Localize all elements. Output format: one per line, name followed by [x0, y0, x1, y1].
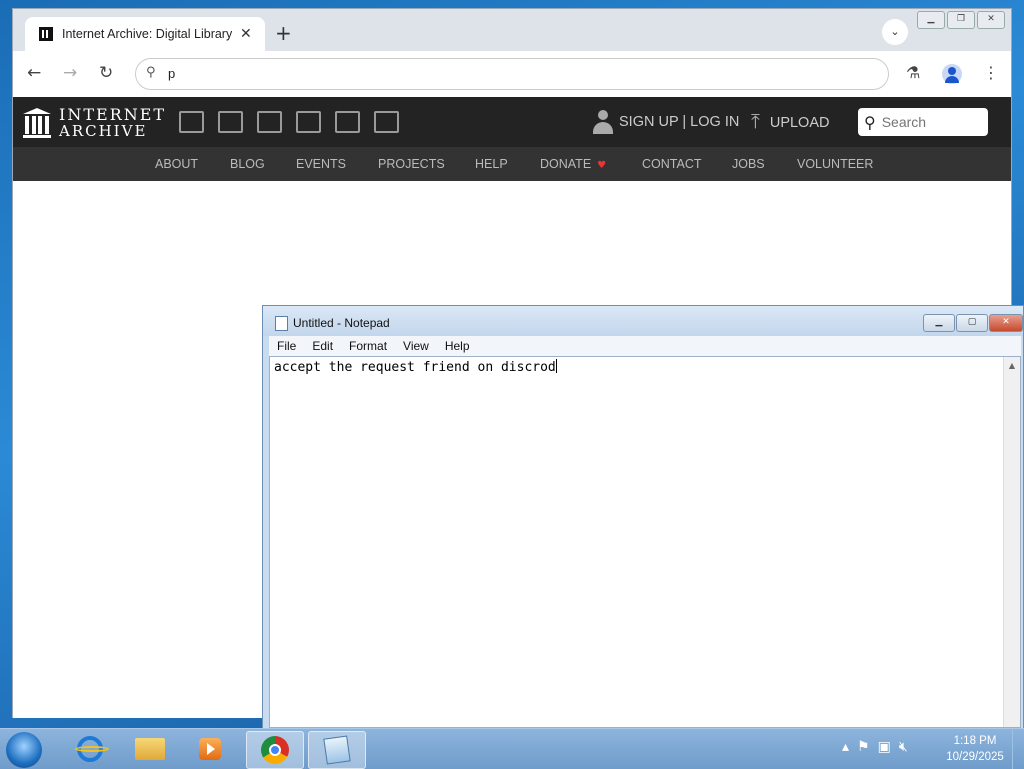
upload-icon: ⤒	[751, 111, 760, 133]
reload-icon[interactable]: ↻	[99, 63, 113, 83]
taskbar-media-player[interactable]	[182, 731, 238, 767]
menu-file[interactable]: File	[277, 339, 296, 353]
internet-explorer-icon	[75, 736, 109, 762]
audio-icon[interactable]	[296, 111, 321, 133]
notepad-icon	[275, 316, 288, 331]
forward-arrow-icon[interactable]: →	[63, 63, 77, 83]
menu-format[interactable]: Format	[349, 339, 387, 353]
new-tab-button[interactable]: +	[275, 21, 292, 45]
address-bar[interactable]: ⚲	[135, 58, 889, 90]
taskbar-chrome[interactable]	[246, 731, 304, 769]
browser-toolbar: ← → ↻ ⚲ ⚗ ⋮	[13, 51, 1011, 97]
notepad-window: Untitled - Notepad ▁ ▢ ✕ File Edit Forma…	[262, 305, 1024, 730]
ia-header: INTERNET ARCHIVE SIGN UP | LOG IN ⤒ UPLO…	[13, 97, 1011, 147]
archive-temple-icon	[23, 108, 51, 138]
notepad-menubar: File Edit Format View Help	[269, 336, 1021, 356]
taskbar-internet-explorer[interactable]	[62, 731, 118, 767]
taskbar-windows-explorer[interactable]	[122, 731, 178, 767]
search-icon: ⚲	[864, 112, 876, 132]
notepad-title: Untitled - Notepad	[293, 316, 390, 330]
restore-button[interactable]: ❐	[947, 11, 975, 29]
ia-nav-bar: ABOUT BLOG EVENTS PROJECTS HELP DONATE ♥ …	[13, 147, 1011, 181]
software-icon[interactable]	[335, 111, 360, 133]
heart-icon: ♥	[597, 160, 607, 171]
folder-icon	[135, 738, 165, 760]
notepad-window-controls: ▁ ▢ ✕	[923, 314, 1023, 332]
media-player-icon	[199, 738, 221, 760]
video-icon[interactable]	[257, 111, 282, 133]
window-controls: ▁ ❐ ✕	[917, 11, 1005, 29]
labs-flask-icon[interactable]: ⚗	[906, 63, 920, 82]
ia-logo[interactable]: INTERNET ARCHIVE	[23, 107, 166, 139]
taskbar-notepad[interactable]	[308, 731, 366, 769]
notepad-titlebar[interactable]: Untitled - Notepad ▁ ▢ ✕	[263, 306, 1023, 336]
tab-search-button[interactable]: ⌄	[882, 19, 908, 45]
nav-about[interactable]: ABOUT	[155, 157, 198, 171]
tab-strip: Internet Archive: Digital Library ✕ + ⌄ …	[13, 9, 1011, 51]
notepad-icon	[323, 735, 351, 765]
menu-help[interactable]: Help	[445, 339, 470, 353]
menu-view[interactable]: View	[403, 339, 429, 353]
notepad-content[interactable]: accept the request friend on discrod	[274, 359, 557, 375]
images-icon[interactable]	[374, 111, 399, 133]
ia-logo-text: INTERNET ARCHIVE	[59, 105, 167, 140]
nav-contact[interactable]: CONTACT	[642, 157, 702, 171]
upload-link[interactable]: ⤒ UPLOAD	[751, 111, 829, 134]
show-desktop-button[interactable]	[1012, 729, 1024, 769]
close-button[interactable]: ✕	[977, 11, 1005, 29]
nav-volunteer[interactable]: VOLUNTEER	[797, 157, 873, 171]
nav-donate-item[interactable]: DONATE ♥	[540, 157, 606, 171]
ia-search-input[interactable]	[879, 113, 974, 131]
logo-line-2: ARCHIVE	[59, 122, 148, 140]
clock-time: 1:18 PM	[953, 735, 997, 747]
tab-title: Internet Archive: Digital Library	[62, 27, 232, 41]
show-hidden-icons-icon[interactable]: ▴	[842, 739, 849, 755]
notepad-close-button[interactable]: ✕	[989, 314, 1023, 332]
tab-close-icon[interactable]: ✕	[240, 26, 252, 42]
taskbar-clock[interactable]: 1:18 PM 10/29/2025	[940, 733, 1010, 765]
search-icon: ⚲	[146, 65, 156, 80]
signup-login-label: SIGN UP | LOG IN	[619, 114, 740, 130]
minimize-button[interactable]: ▁	[917, 11, 945, 29]
chrome-icon	[261, 736, 289, 764]
nav-blog[interactable]: BLOG	[230, 157, 265, 171]
internet-archive-favicon-icon	[39, 27, 53, 41]
taskbar: ▴ ⚑ ▣ 🔇︎ 1:18 PM 10/29/2025	[0, 728, 1024, 769]
vertical-scrollbar[interactable]: ▲	[1003, 357, 1020, 727]
network-icon[interactable]: ▣	[878, 739, 891, 755]
logo-line-1: INTERNET	[59, 105, 167, 124]
more-menu-icon[interactable]: ⋮	[983, 63, 999, 82]
user-icon	[593, 110, 613, 134]
nav-help[interactable]: HELP	[475, 157, 508, 171]
signup-login-link[interactable]: SIGN UP | LOG IN	[593, 110, 739, 134]
notepad-text-area[interactable]: accept the request friend on discrod ▲	[269, 356, 1021, 728]
action-center-flag-icon[interactable]: ⚑	[857, 739, 870, 755]
volume-muted-icon[interactable]: 🔇︎	[899, 739, 908, 755]
menu-edit[interactable]: Edit	[312, 339, 333, 353]
start-button[interactable]	[6, 732, 42, 768]
notepad-maximize-button[interactable]: ▢	[956, 314, 988, 332]
texts-icon[interactable]	[218, 111, 243, 133]
upload-label: UPLOAD	[769, 114, 830, 131]
nav-events[interactable]: EVENTS	[296, 157, 346, 171]
system-tray: ▴ ⚑ ▣ 🔇︎	[842, 739, 908, 755]
web-icon[interactable]	[179, 111, 204, 133]
back-arrow-icon[interactable]: ←	[27, 63, 41, 83]
scroll-up-arrow-icon[interactable]: ▲	[1004, 361, 1020, 370]
profile-avatar-icon[interactable]	[942, 64, 962, 84]
nav-projects[interactable]: PROJECTS	[378, 157, 445, 171]
tab-internet-archive[interactable]: Internet Archive: Digital Library ✕	[25, 17, 265, 51]
ia-search-box[interactable]: ⚲	[858, 108, 988, 136]
clock-date: 10/29/2025	[946, 751, 1004, 763]
media-type-icons	[179, 111, 399, 133]
nav-jobs[interactable]: JOBS	[732, 157, 765, 171]
address-input[interactable]	[166, 65, 860, 82]
notepad-minimize-button[interactable]: ▁	[923, 314, 955, 332]
nav-donate[interactable]: DONATE	[540, 157, 591, 171]
